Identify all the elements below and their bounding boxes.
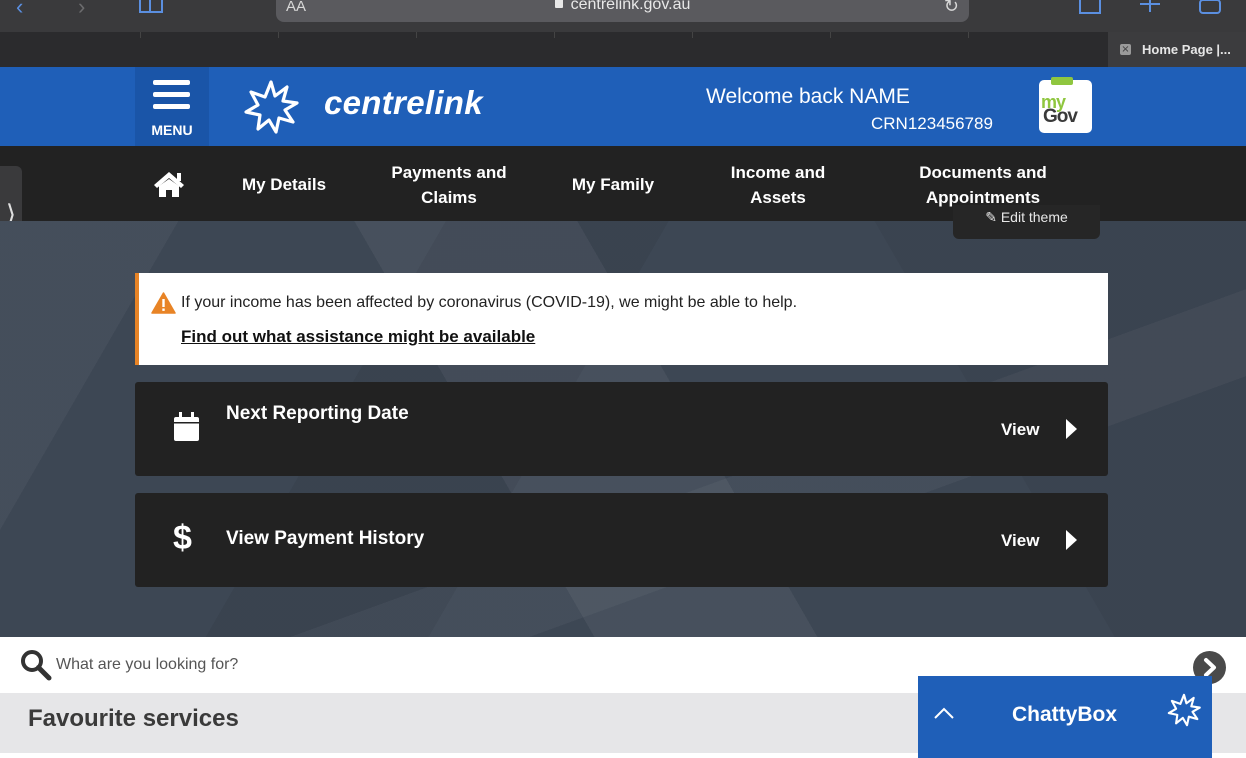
dollar-icon: $: [173, 519, 192, 557]
view-button[interactable]: View: [1001, 420, 1039, 440]
close-tab-icon[interactable]: ×: [1120, 44, 1131, 55]
nav-payments-and-claims[interactable]: Payments and Claims: [384, 160, 514, 210]
browser-tab-home[interactable]: × Home Page |...: [1108, 32, 1246, 67]
bookmarks-icon[interactable]: [138, 0, 164, 14]
address-bar[interactable]: AA centrelink.gov.au ↻: [276, 0, 969, 22]
nav-income-and-assets[interactable]: Income and Assets: [722, 160, 834, 210]
warning-icon: [151, 292, 176, 314]
customer-reference-number: CRN123456789: [871, 114, 993, 133]
centrelink-star-icon: [244, 80, 299, 134]
nav-documents-and-appointments[interactable]: Documents and Appointments: [908, 160, 1058, 210]
chevron-up-icon[interactable]: [933, 706, 955, 720]
home-icon[interactable]: [152, 170, 186, 198]
view-button[interactable]: View: [1001, 531, 1039, 551]
favourite-services-heading: Favourite services: [28, 705, 239, 732]
chattybox-title: ChattyBox: [1012, 703, 1118, 726]
payment-history-card[interactable]: $ View Payment History View: [135, 493, 1108, 587]
alert-message: If your income has been affected by coro…: [181, 294, 798, 311]
assistance-link[interactable]: Find out what assistance might be availa…: [181, 327, 535, 347]
forward-icon[interactable]: ›: [78, 0, 85, 18]
chattybox-widget[interactable]: ChattyBox: [918, 676, 1212, 758]
tab-strip: [0, 32, 1246, 67]
reload-icon[interactable]: ↻: [944, 0, 959, 17]
caret-right-icon: [1066, 419, 1077, 439]
menu-button[interactable]: MENU: [135, 67, 209, 146]
calendar-icon: [174, 412, 199, 441]
tab-title: Home Page |...: [1142, 42, 1231, 57]
menu-label: MENU: [151, 122, 193, 138]
covid-alert-banner: If your income has been affected by coro…: [135, 273, 1108, 365]
nav-my-details[interactable]: My Details: [234, 172, 334, 197]
card-title: View Payment History: [226, 528, 425, 549]
card-title: Next Reporting Date: [226, 403, 409, 424]
edit-theme-button[interactable]: ✎ Edit theme: [953, 205, 1100, 239]
brand-logo-text[interactable]: centrelink: [324, 84, 483, 122]
tabs-overview-icon[interactable]: [1198, 0, 1224, 16]
share-icon[interactable]: [1078, 0, 1102, 16]
browser-toolbar: ‹ › AA centrelink.gov.au ↻: [0, 0, 1246, 32]
mygov-logo[interactable]: my Gov: [1039, 77, 1092, 133]
hamburger-icon: [153, 80, 190, 116]
nav-my-family[interactable]: My Family: [563, 172, 663, 197]
search-icon[interactable]: [20, 649, 52, 681]
search-input[interactable]: [56, 651, 896, 679]
centrelink-star-icon: [1167, 693, 1201, 727]
next-reporting-date-card[interactable]: Next Reporting Date View: [135, 382, 1108, 476]
back-icon[interactable]: ‹: [16, 0, 23, 18]
welcome-message: Welcome back NAME: [706, 85, 910, 108]
new-tab-icon[interactable]: [1138, 0, 1162, 14]
url-text: centrelink.gov.au: [570, 0, 691, 13]
lock-icon: [554, 0, 563, 8]
caret-right-icon: [1066, 530, 1077, 550]
